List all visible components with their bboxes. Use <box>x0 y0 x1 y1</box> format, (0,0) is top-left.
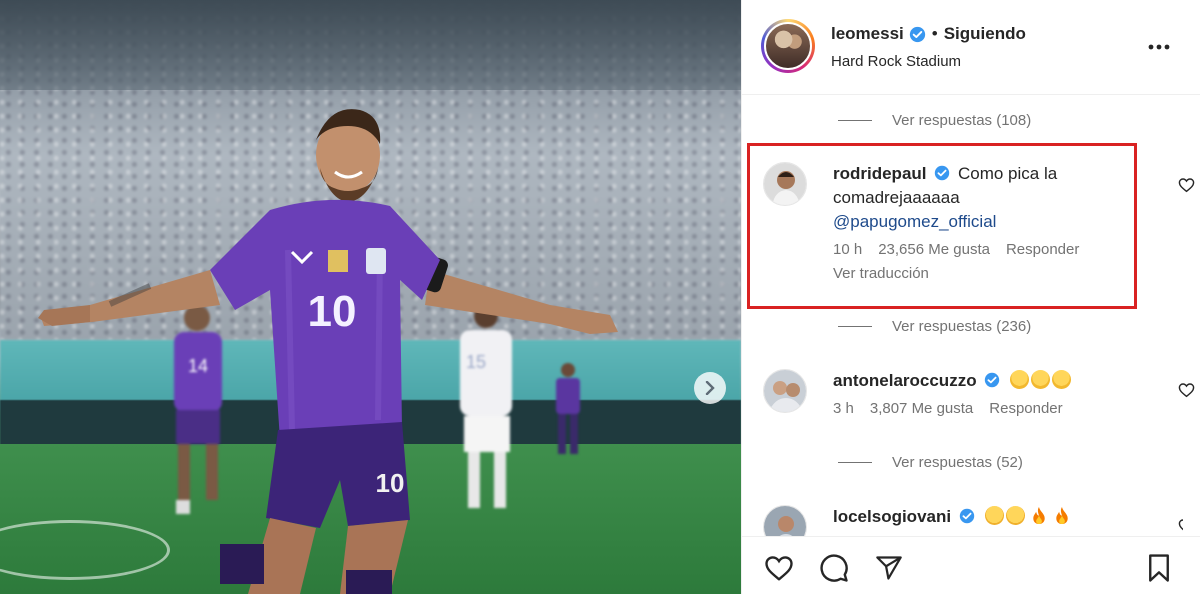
view-replies-label: Ver respuestas (108) <box>892 112 1032 129</box>
like-button[interactable] <box>764 553 794 583</box>
share-button[interactable] <box>874 553 904 583</box>
commenter-username[interactable]: locelsogiovani <box>833 507 951 526</box>
verified-badge-icon <box>959 508 975 524</box>
face-screaming-in-fear-icon <box>1010 370 1030 389</box>
verified-badge-icon <box>935 165 950 181</box>
instagram-post-view: 14 15 10 10 leomessi • Siguiendo Hard Ro… <box>0 0 1200 594</box>
comment-likes[interactable]: 23,656 Me gusta <box>878 240 990 260</box>
heart-outline-icon <box>1178 519 1183 531</box>
fire-icon <box>1056 506 1068 525</box>
author-avatar[interactable] <box>761 19 815 73</box>
view-replies-label: Ver respuestas (52) <box>892 454 1023 471</box>
save-button[interactable] <box>1144 553 1174 583</box>
chevron-right-icon <box>705 381 715 395</box>
reply-button[interactable]: Responder <box>1006 240 1079 260</box>
comment-body: rodridepaul Como pica la comadrejaaaaaa … <box>833 162 1153 286</box>
separator-dot: • <box>931 24 938 43</box>
commenter-username[interactable]: rodridepaul <box>833 164 927 183</box>
author-line: leomessi • Siguiendo <box>831 24 1026 44</box>
author-username[interactable]: leomessi <box>831 24 904 44</box>
heart-outline-icon <box>1178 383 1194 398</box>
comment-meta: 10 h 23,656 Me gusta Responder <box>833 240 1153 260</box>
comment-mention-link[interactable]: @papugomez_official <box>833 210 1153 234</box>
comment-text-line1: Como pica la <box>957 164 1058 183</box>
smiling-face-with-heart-eyes-icon <box>1005 506 1025 525</box>
view-replies-link[interactable]: Ver respuestas (52) <box>838 454 1023 471</box>
smiling-face-with-heart-eyes-icon <box>984 506 1004 525</box>
comment-meta: 3 h 3,807 Me gusta Responder <box>833 399 1153 419</box>
comment-like-button[interactable] <box>1177 381 1195 399</box>
see-translation-link[interactable]: Ver traducción <box>833 262 1153 286</box>
reply-divider-line <box>838 120 872 121</box>
post-header: leomessi • Siguiendo Hard Rock Stadium <box>742 0 1200 95</box>
reply-button[interactable]: Responder <box>989 399 1062 419</box>
comment-like-button[interactable] <box>1177 176 1195 194</box>
paper-plane-icon <box>876 556 902 580</box>
more-options-button[interactable] <box>1147 35 1171 59</box>
stadium-upper-stand <box>0 0 741 90</box>
comment-body: antonelaroccuzzo 3 h 3,807 Me gusta Resp… <box>833 369 1153 419</box>
fire-icon <box>1033 506 1045 525</box>
comment-text-line2: comadrejaaaaaa <box>833 188 960 207</box>
verified-badge-icon <box>909 26 926 43</box>
more-horizontal-icon <box>1148 44 1170 50</box>
comment-bubble-icon <box>820 554 848 582</box>
view-replies-link[interactable]: Ver respuestas (236) <box>838 318 1031 335</box>
face-screaming-in-fear-icon <box>1052 370 1072 389</box>
reply-divider-line <box>838 326 872 327</box>
main-jersey-number: 10 <box>308 287 357 336</box>
commenter-avatar[interactable] <box>763 162 807 206</box>
post-action-bar <box>742 536 1200 594</box>
post-photo[interactable]: 14 15 10 10 <box>0 0 741 594</box>
comment-locelsogiovani: locelsogiovani <box>763 505 1183 536</box>
heart-outline-icon <box>765 556 793 581</box>
comment-time: 3 h <box>833 400 854 417</box>
face-screaming-in-fear-icon <box>1031 370 1051 389</box>
main-player-celebrating: 10 10 <box>38 109 618 594</box>
comment-body: locelsogiovani <box>833 505 1153 529</box>
follow-status-button[interactable]: Siguiendo <box>944 24 1026 44</box>
heart-outline-icon <box>1178 178 1194 193</box>
commenter-avatar[interactable] <box>763 369 807 413</box>
bookmark-icon <box>1149 554 1169 582</box>
shorts-number: 10 <box>376 468 405 498</box>
comment-likes[interactable]: 3,807 Me gusta <box>870 399 973 419</box>
comment-time: 10 h <box>833 241 863 258</box>
view-replies-link[interactable]: Ver respuestas (108) <box>838 112 1031 129</box>
post-location[interactable]: Hard Rock Stadium <box>831 53 961 70</box>
comments-panel: leomessi • Siguiendo Hard Rock Stadium V… <box>741 0 1200 594</box>
carousel-next-button[interactable] <box>694 372 726 404</box>
comment-button[interactable] <box>819 553 849 583</box>
reply-divider-line <box>838 462 872 463</box>
commenter-avatar[interactable] <box>763 505 807 536</box>
view-replies-label: Ver respuestas (236) <box>892 318 1032 335</box>
comment-like-button[interactable] <box>1177 517 1183 535</box>
verified-badge-icon <box>985 372 1000 388</box>
commenter-username[interactable]: antonelaroccuzzo <box>833 371 977 390</box>
